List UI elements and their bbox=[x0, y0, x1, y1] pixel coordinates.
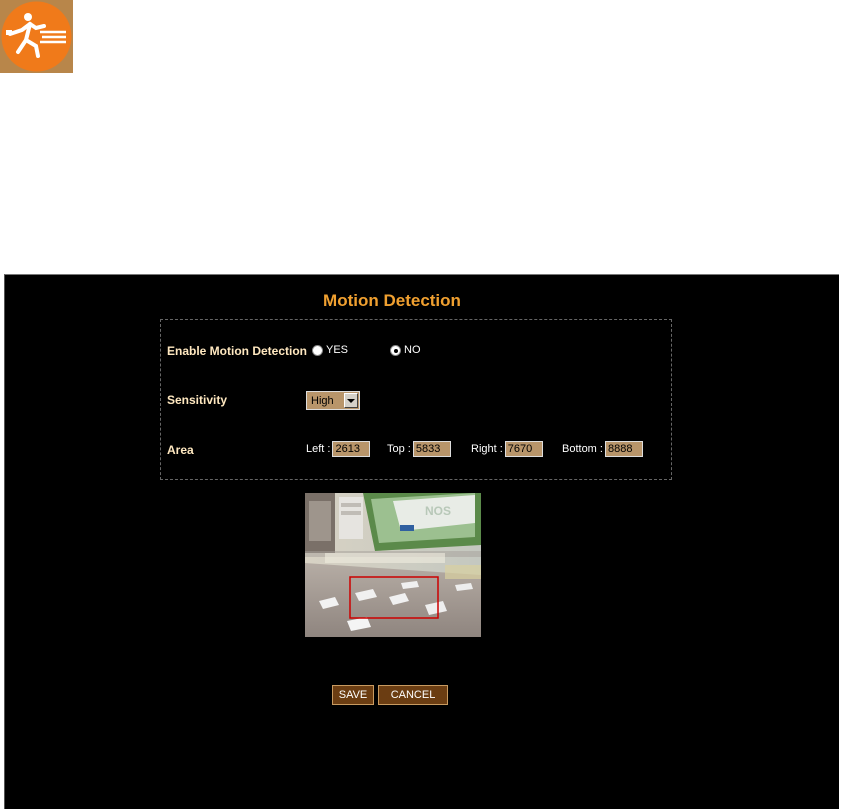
cancel-button[interactable]: CANCEL bbox=[378, 685, 448, 705]
enable-yes-radio[interactable] bbox=[312, 344, 323, 356]
area-right-label: Right : bbox=[471, 443, 503, 455]
enable-yes-option[interactable]: YES bbox=[312, 344, 348, 356]
sensitivity-label: Sensitivity bbox=[167, 393, 228, 407]
settings-box: Enable Motion Detection YES NO Sensitivi… bbox=[160, 319, 672, 480]
area-top-label: Top : bbox=[387, 443, 411, 455]
area-bottom-label: Bottom : bbox=[562, 443, 603, 455]
area-top-group: Top : 5833 bbox=[387, 441, 451, 457]
motion-detection-panel: Motion Detection Enable Motion Detection… bbox=[4, 274, 839, 809]
sensitivity-select[interactable]: High bbox=[306, 391, 360, 410]
enable-no-label: NO bbox=[404, 344, 421, 356]
area-right-group: Right : 7670 bbox=[471, 441, 543, 457]
area-left-input[interactable]: 2613 bbox=[332, 441, 371, 457]
sensitivity-value: High bbox=[311, 394, 334, 407]
area-bottom-group: Bottom : 8888 bbox=[562, 441, 643, 457]
area-bottom-input[interactable]: 8888 bbox=[604, 441, 643, 457]
logo bbox=[0, 0, 73, 73]
enable-no-radio[interactable] bbox=[390, 344, 401, 356]
enable-yes-label: YES bbox=[326, 344, 349, 356]
camera-preview[interactable]: NOS bbox=[305, 493, 481, 637]
area-left-group: Left : 2613 bbox=[306, 441, 371, 457]
motion-running-figure-icon bbox=[0, 0, 73, 73]
svg-text:NOS: NOS bbox=[425, 504, 451, 518]
enable-motion-label: Enable Motion Detection bbox=[167, 344, 308, 358]
area-left-label: Left : bbox=[306, 443, 331, 455]
save-button[interactable]: SAVE bbox=[332, 685, 374, 705]
page-title: Motion Detection bbox=[323, 291, 461, 310]
enable-no-option[interactable]: NO bbox=[390, 344, 421, 356]
camera-preview-image: NOS bbox=[305, 493, 481, 637]
chevron-down-icon[interactable] bbox=[344, 393, 358, 408]
page-root: Motion Detection Enable Motion Detection… bbox=[0, 0, 842, 811]
area-label: Area bbox=[167, 443, 194, 457]
area-top-input[interactable]: 5833 bbox=[412, 441, 451, 457]
area-right-input[interactable]: 7670 bbox=[504, 441, 543, 457]
